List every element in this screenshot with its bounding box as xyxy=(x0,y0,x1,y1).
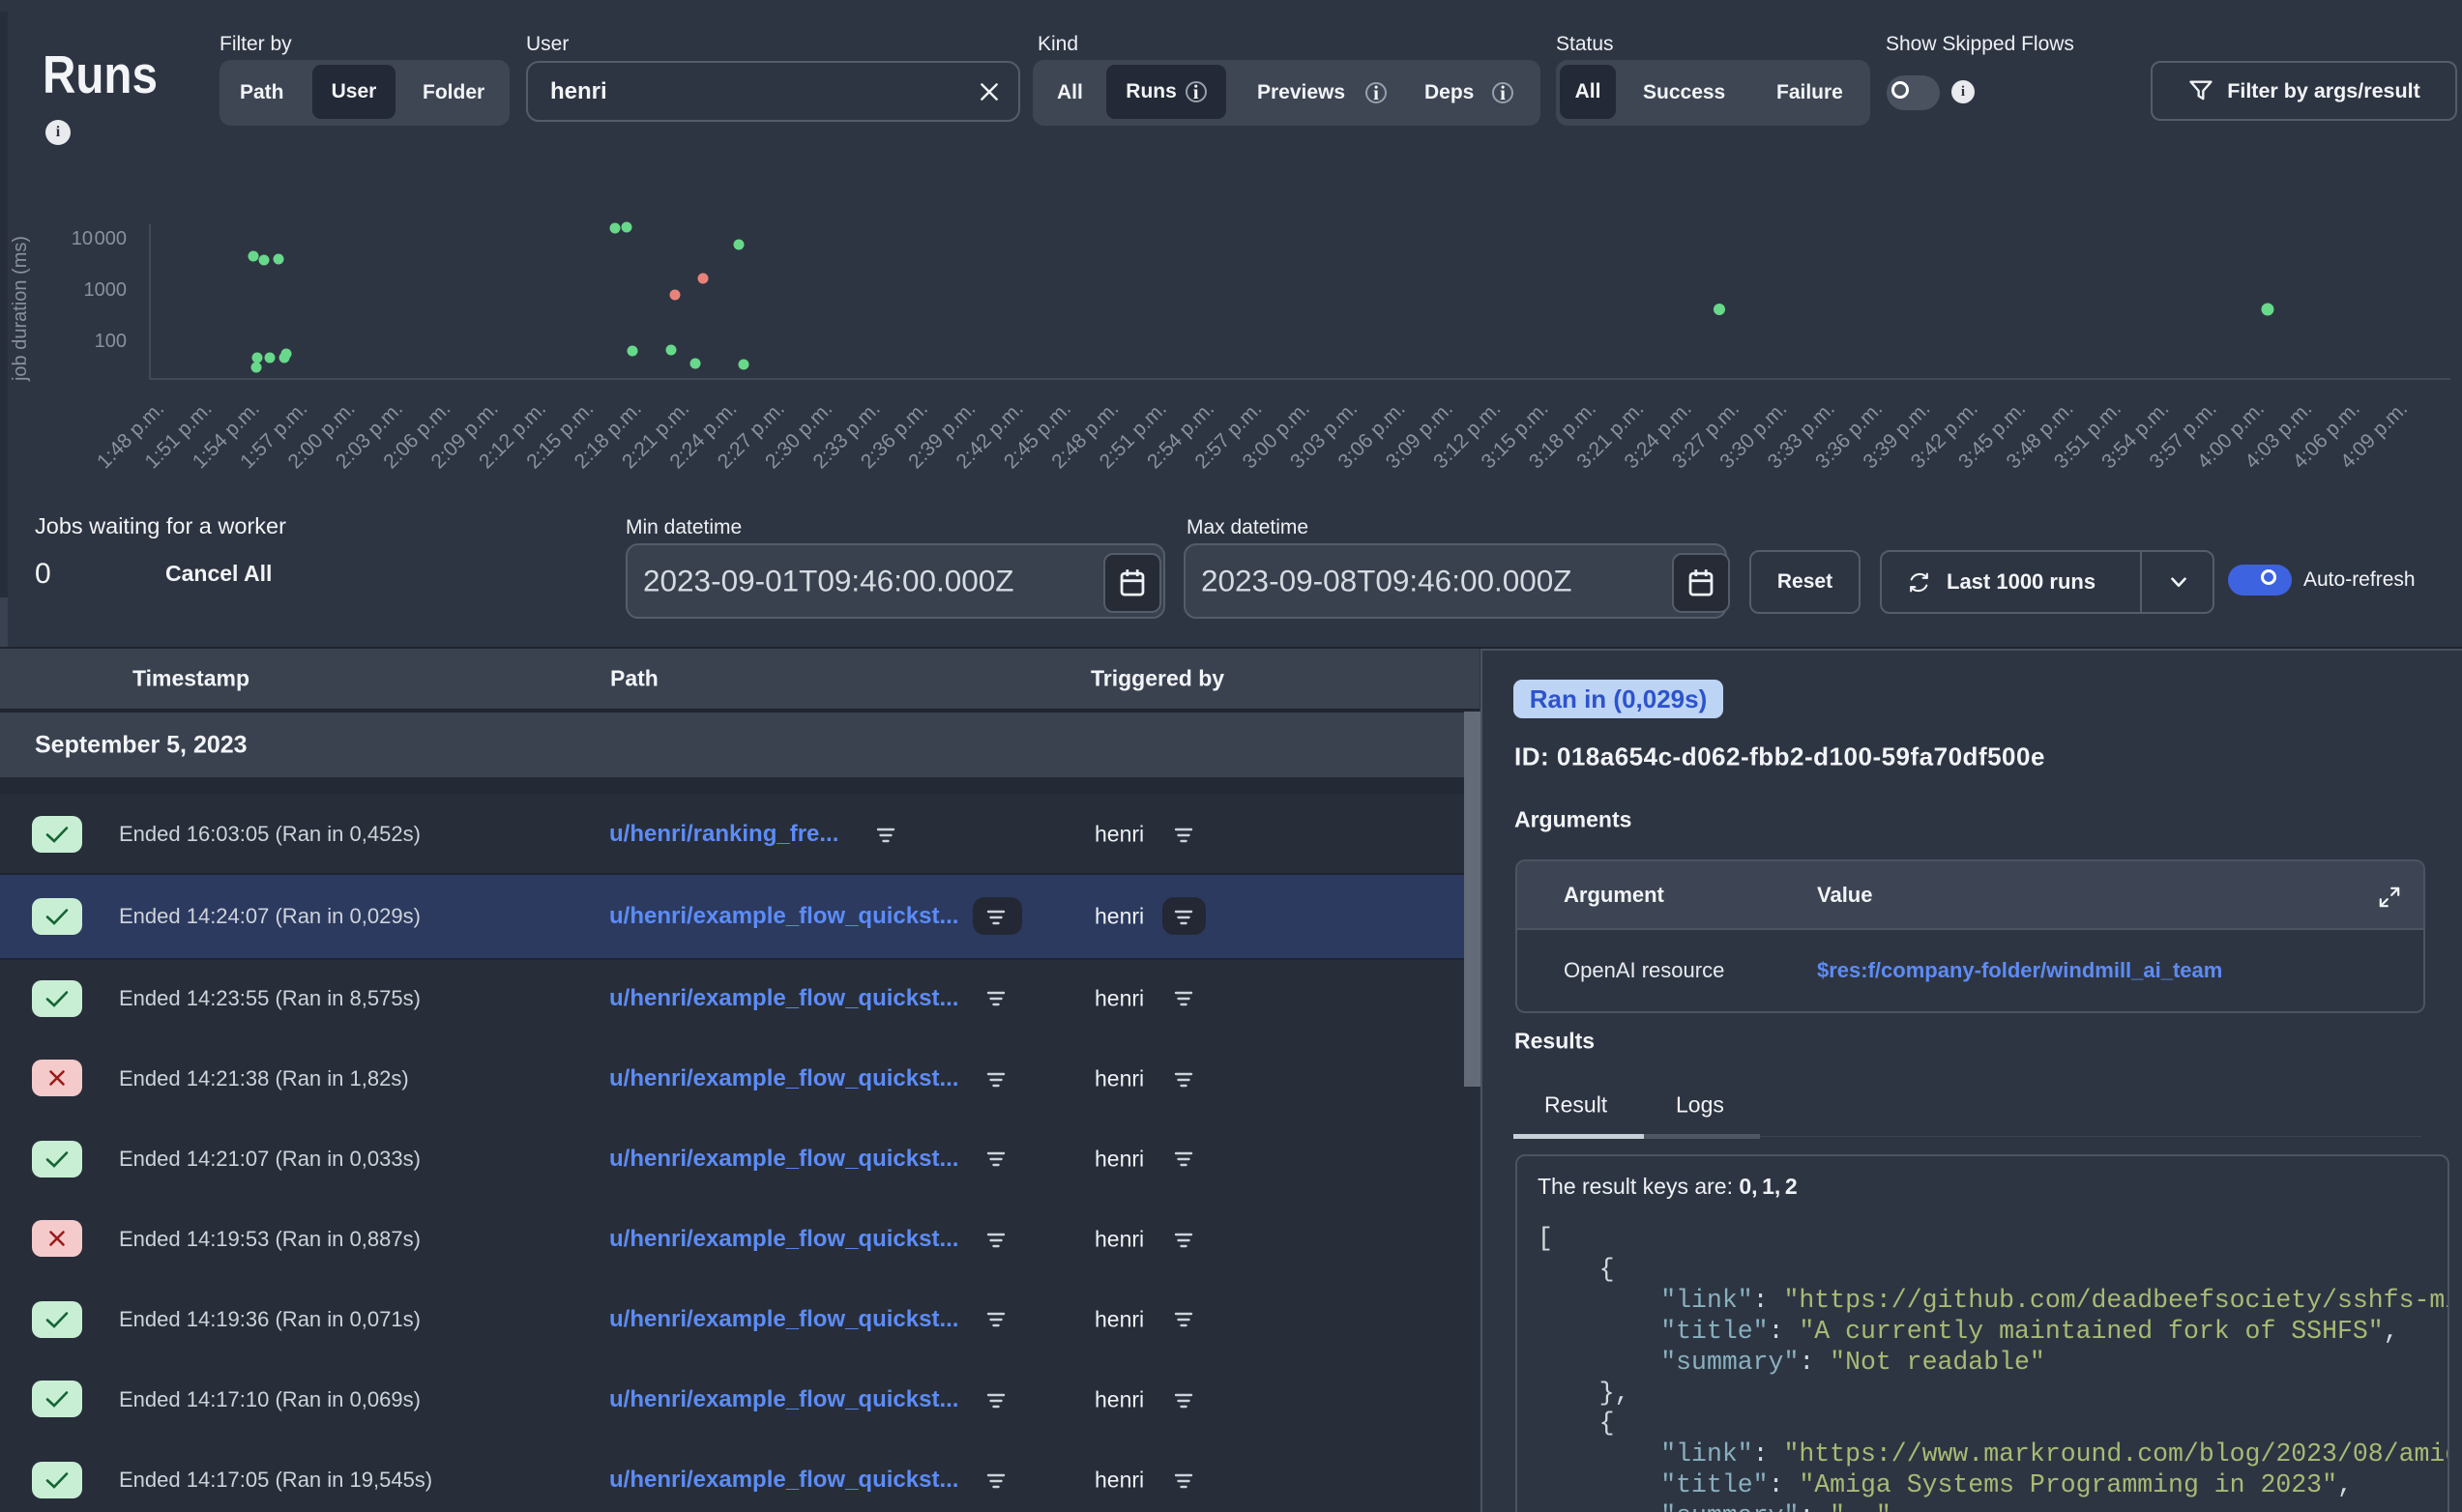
svg-text:10 000: 10 000 xyxy=(72,228,127,249)
svg-text:job duration (ms): job duration (ms) xyxy=(10,236,31,382)
svg-text:100: 100 xyxy=(95,331,127,352)
svg-text:1000: 1000 xyxy=(84,279,128,301)
